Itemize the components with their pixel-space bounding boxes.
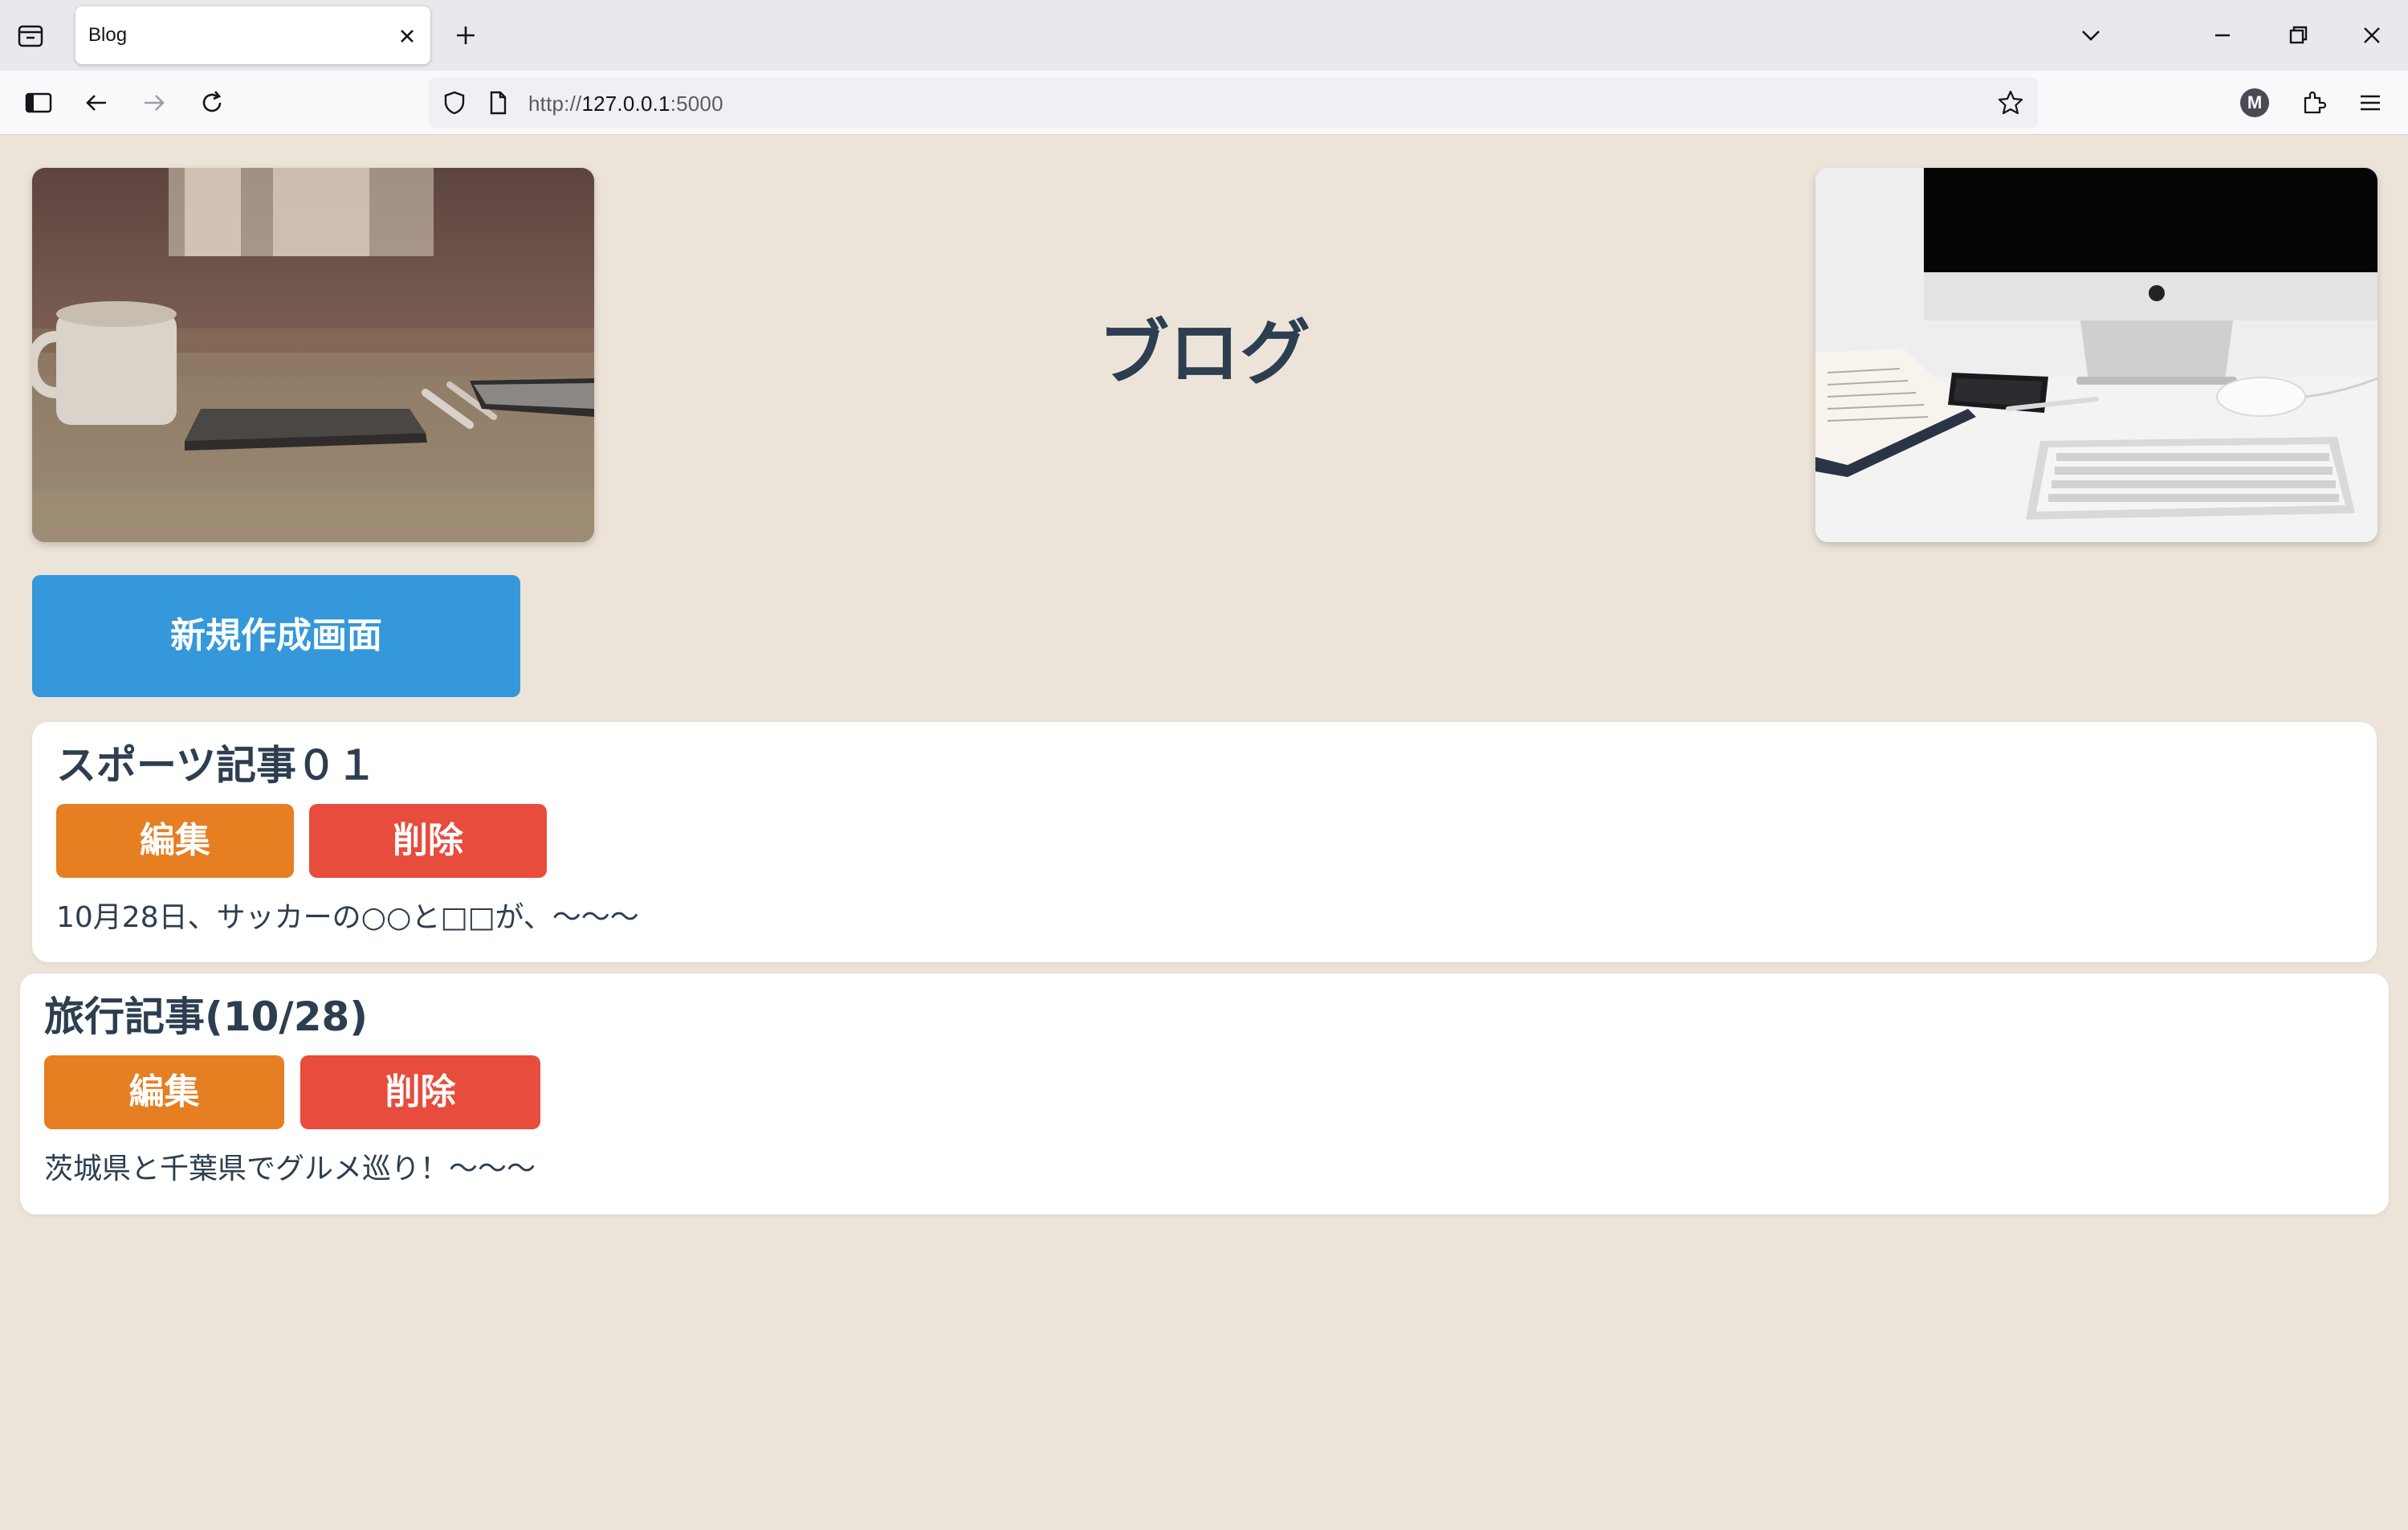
post-title: スポーツ記事０１ [56,742,377,789]
delete-button[interactable]: 削除 [300,1055,540,1129]
browser-tab[interactable]: Blog [75,6,430,64]
browser-tab-bar: Blog [0,0,2408,71]
restore-icon[interactable] [2280,18,2316,53]
post-card: 旅行記事(10/28) 編集 削除 茨城県と千葉県でグルメ巡り！～～～ [20,973,2389,1214]
close-icon[interactable] [395,24,419,48]
url-scheme: http:// [528,92,582,116]
minimize-icon[interactable] [2205,18,2240,53]
forward-icon[interactable] [138,87,170,119]
post-body: 10月28日、サッカーの○○と□□が、～～～ [56,901,639,934]
post-body: 茨城県と千葉県でグルメ巡り！～～～ [44,1153,536,1185]
chevron-down-icon[interactable] [2076,21,2105,50]
sidebar-icon[interactable] [22,87,55,119]
bookmark-star-icon[interactable] [1996,88,2025,117]
edit-button[interactable]: 編集 [44,1055,284,1129]
extensions-icon[interactable] [2298,87,2330,119]
delete-button[interactable]: 削除 [309,804,547,878]
menu-icon[interactable] [2354,87,2386,119]
back-icon[interactable] [80,87,112,119]
header-image-desk [32,168,594,542]
tab-list-icon[interactable] [14,19,47,51]
account-avatar[interactable]: M [2240,88,2269,117]
url-port: :5000 [670,92,723,116]
window-close-icon[interactable] [2354,18,2390,53]
shield-icon[interactable] [440,88,469,117]
url-text[interactable]: http://127.0.0.1:5000 [528,92,723,116]
page-body: ブログ 新規作成画面 スポーツ記事０１ 編集 削除 10月28日、サッカーの○○… [0,136,2408,1530]
page-icon[interactable] [483,88,512,117]
tab-title: Blog [88,24,128,46]
reload-icon[interactable] [196,87,228,119]
header-image-computer [1815,168,2377,542]
browser-nav-bar: http://127.0.0.1:5000 M [0,71,2408,135]
url-host: 127.0.0.1 [581,92,670,116]
new-tab-icon[interactable] [451,21,480,50]
new-post-button[interactable]: 新規作成画面 [32,575,520,697]
post-card: スポーツ記事０１ 編集 削除 10月28日、サッカーの○○と□□が、～～～ [32,722,2377,962]
post-title: 旅行記事(10/28) [44,993,369,1040]
url-bar[interactable]: http://127.0.0.1:5000 [429,77,2038,129]
edit-button[interactable]: 編集 [56,804,294,878]
page-title: ブログ [1098,312,1310,394]
